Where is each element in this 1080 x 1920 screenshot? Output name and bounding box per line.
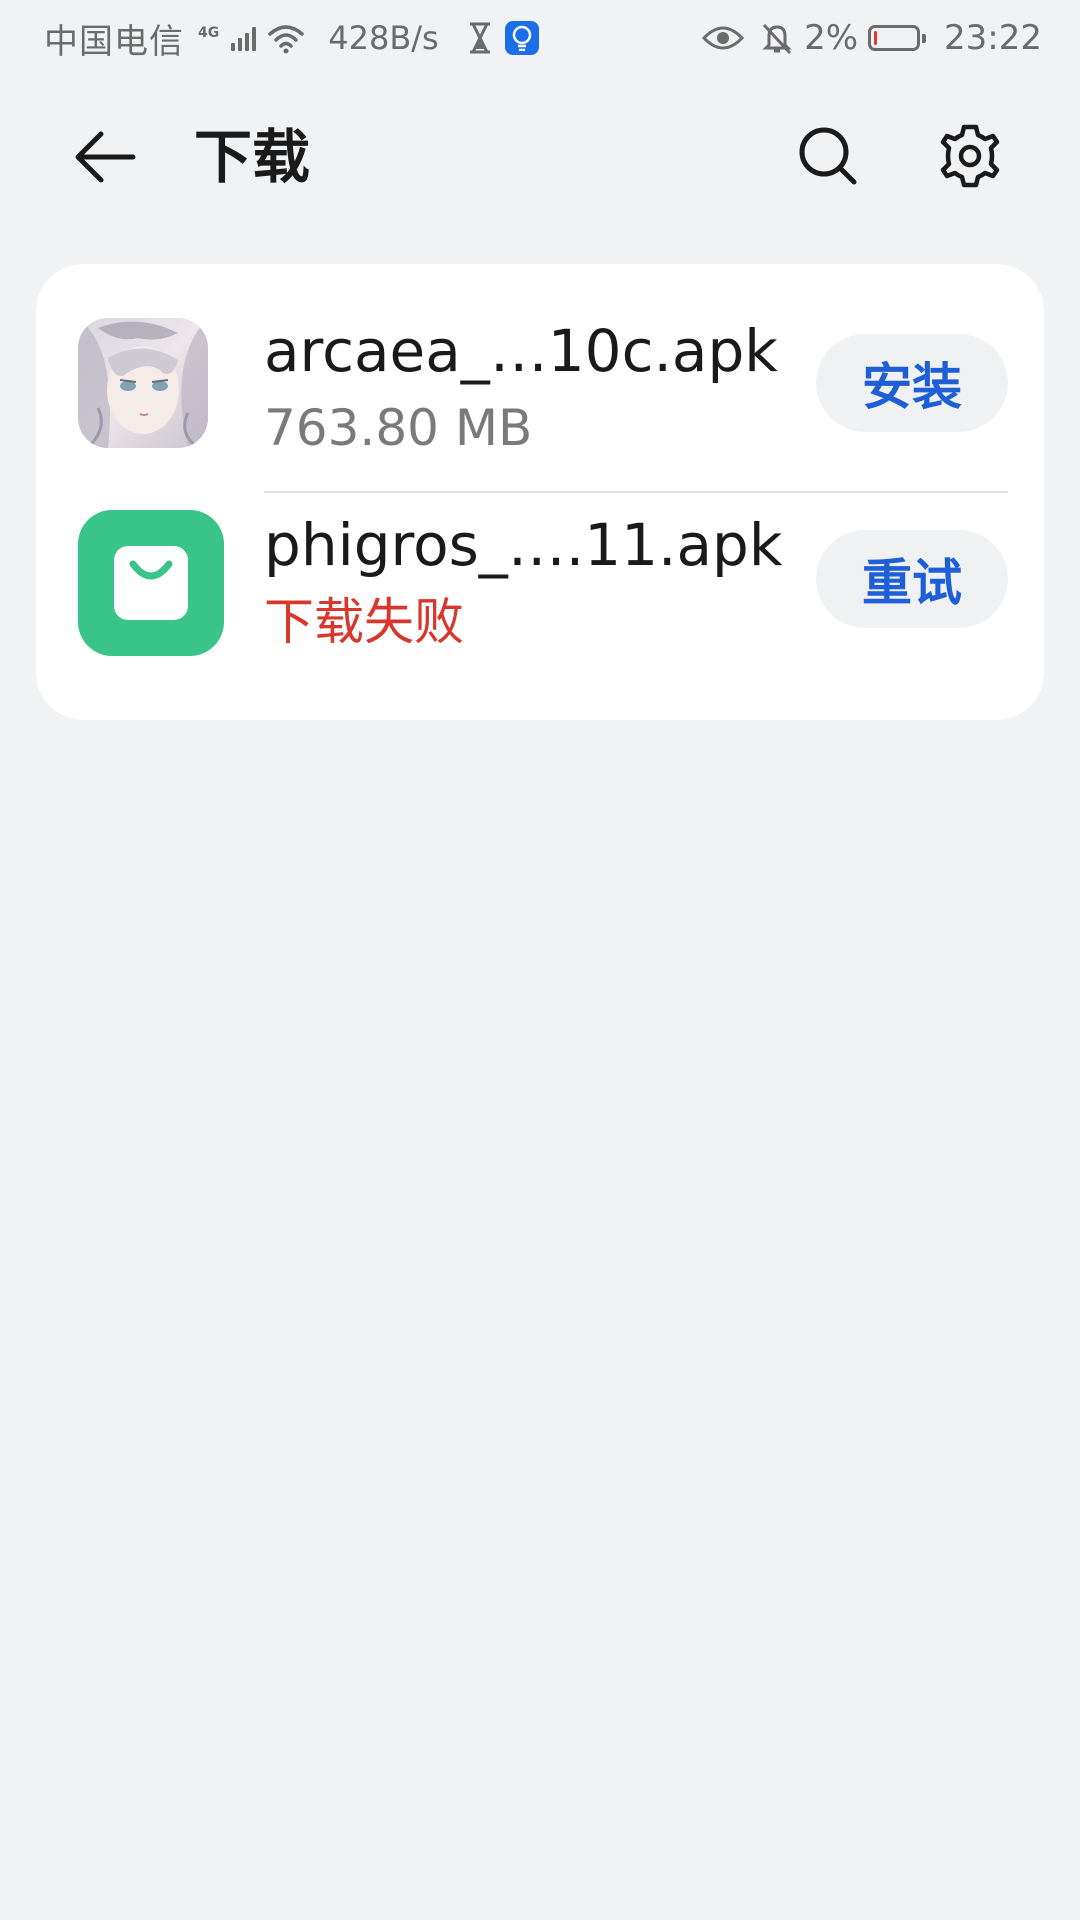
carrier-name: 中国电信	[44, 21, 184, 62]
clock: 23:22	[944, 18, 1042, 58]
status-left: 中国电信 4G 428B/s	[44, 14, 539, 63]
wifi-icon	[268, 25, 304, 54]
file-size: 763.80 MB	[264, 399, 533, 457]
hourglass-icon	[469, 22, 490, 54]
battery-icon	[868, 25, 927, 51]
download-item-arcaea[interactable]: arcaea_…10c.apk 763.80 MB 安装	[36, 264, 1044, 493]
gear-icon	[940, 124, 1000, 188]
battery-percent: 2%	[804, 18, 859, 58]
network-speed: 428B/s	[328, 19, 439, 57]
app-bar: 下载	[0, 76, 1080, 236]
signal-icon	[231, 25, 257, 51]
status-right: 2% 23:22	[702, 18, 1042, 58]
status-bar: 中国电信 4G 428B/s 2% 23:22	[0, 0, 1080, 76]
network-type: 4G	[198, 24, 220, 41]
download-list-card: arcaea_…10c.apk 763.80 MB 安装 phigros_….1…	[36, 264, 1044, 720]
arrow-left-icon	[75, 131, 136, 183]
settings-button[interactable]	[934, 120, 1006, 192]
shopping-bag-icon	[78, 510, 224, 656]
battery-level	[874, 31, 878, 45]
install-button[interactable]: 安装	[816, 334, 1008, 432]
arcaea-app-icon	[78, 318, 208, 448]
eye-icon	[702, 26, 745, 50]
assistant-icon	[504, 21, 539, 55]
retry-button[interactable]: 重试	[816, 530, 1008, 628]
download-status: 下载失败	[264, 593, 464, 651]
bell-muted-icon	[762, 23, 792, 55]
download-item-phigros[interactable]: phigros_….11.apk 下载失败 重试	[36, 480, 1044, 696]
page-title: 下载	[194, 123, 311, 191]
back-button[interactable]	[72, 124, 138, 190]
file-name: phigros_….11.apk	[264, 511, 783, 579]
file-name: arcaea_…10c.apk	[264, 317, 778, 385]
search-icon	[799, 127, 857, 185]
search-button[interactable]	[792, 120, 864, 192]
